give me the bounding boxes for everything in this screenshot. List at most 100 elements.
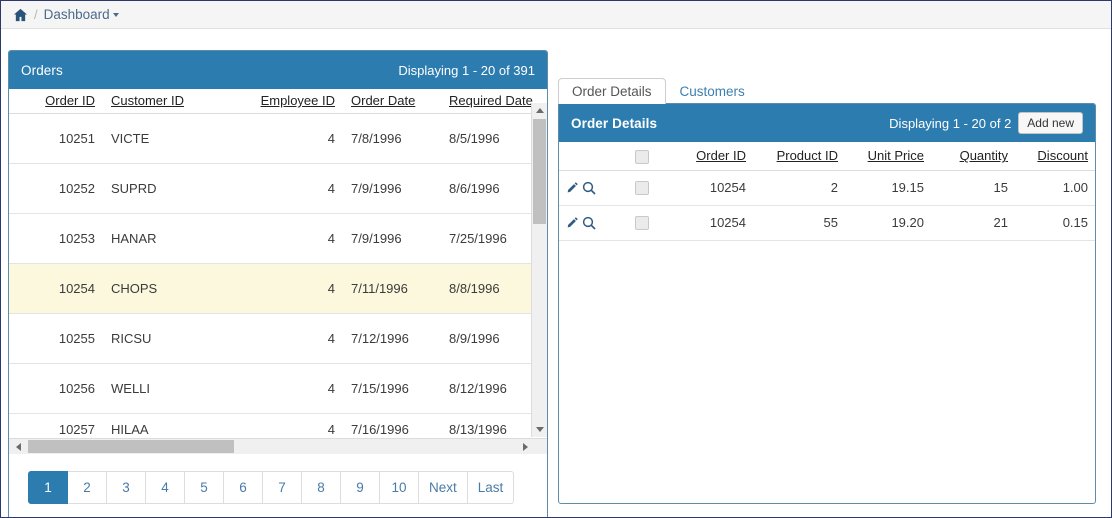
cell-customer-id: HILAA bbox=[111, 421, 149, 437]
tabstrip: Order Details Customers bbox=[558, 77, 759, 104]
page-6-button[interactable]: 6 bbox=[224, 471, 263, 504]
page-last-button[interactable]: Last bbox=[467, 471, 515, 504]
cell-order-date: 7/9/1996 bbox=[343, 163, 441, 214]
orders-col-order-date[interactable]: Order Date bbox=[343, 89, 441, 114]
cell-customer-id: WELLI bbox=[103, 363, 229, 414]
row-checkbox[interactable] bbox=[635, 216, 649, 231]
orders-col-customer-id[interactable]: Customer ID bbox=[103, 89, 229, 114]
work-area: Orders Displaying 1 - 20 of 391 Order ID… bbox=[1, 29, 1111, 517]
cell-quantity: 15 bbox=[931, 170, 1015, 206]
table-row[interactable]: 10254 55 19.20 21 0.15 6 bbox=[559, 205, 1095, 241]
cell-customer-id: CHOPS bbox=[103, 263, 229, 314]
order-details-col-commands bbox=[559, 142, 621, 171]
cell-customer-id: SUPRD bbox=[103, 163, 229, 214]
orders-horizontal-scrollbar[interactable] bbox=[9, 438, 547, 454]
row-checkbox[interactable] bbox=[635, 181, 649, 196]
table-row[interactable]: 10251 VICTE 4 7/8/1996 8/5/1996 7/15/199… bbox=[9, 113, 547, 164]
cell-order-id: 10251 bbox=[9, 113, 103, 164]
magnifier-icon[interactable] bbox=[582, 216, 596, 230]
table-row[interactable]: 10253 HANAR 4 7/9/1996 7/25/1996 7/11/19… bbox=[9, 213, 547, 264]
tab-customers[interactable]: Customers bbox=[666, 78, 759, 104]
breadcrumb-separator: / bbox=[34, 7, 38, 22]
row-commands bbox=[559, 205, 621, 241]
scroll-down-arrow-icon[interactable] bbox=[532, 422, 547, 437]
cell-customer-id: HANAR bbox=[103, 213, 229, 264]
scroll-up-arrow-icon[interactable] bbox=[532, 103, 547, 118]
page-9-button[interactable]: 9 bbox=[341, 471, 380, 504]
table-row[interactable]: 10252 SUPRD 4 7/9/1996 8/6/1996 7/11/199… bbox=[9, 163, 547, 214]
page-8-button[interactable]: 8 bbox=[302, 471, 341, 504]
home-icon[interactable] bbox=[13, 8, 28, 22]
row-select-cell bbox=[621, 170, 663, 206]
magnifier-icon[interactable] bbox=[582, 181, 596, 195]
order-details-body: 10254 2 19.15 15 1.00 2 bbox=[559, 170, 1095, 241]
order-details-display-count: Displaying 1 - 20 of 2 bbox=[889, 115, 1012, 131]
page-7-button[interactable]: 7 bbox=[263, 471, 302, 504]
page-next-button[interactable]: Next bbox=[419, 471, 468, 504]
orders-panel: Orders Displaying 1 - 20 of 391 Order ID… bbox=[8, 50, 548, 517]
add-new-button[interactable]: Add new bbox=[1018, 112, 1083, 134]
cell-order-date: 7/12/1996 bbox=[343, 313, 441, 364]
orders-pagination-bar: 1 2 3 4 5 6 7 8 9 10 Next Last bbox=[9, 454, 547, 517]
pencil-icon[interactable] bbox=[566, 181, 579, 194]
order-details-panel-title: Order Details bbox=[571, 115, 658, 131]
orders-col-order-id[interactable]: Order ID bbox=[9, 89, 103, 114]
order-details-col-unit-price[interactable]: Unit Price bbox=[845, 142, 931, 171]
orders-vertical-scrollbar[interactable] bbox=[531, 103, 547, 437]
order-details-panel-header: Order Details Displaying 1 - 20 of 2 Add… bbox=[559, 104, 1095, 142]
order-details-col-product-id[interactable]: Product ID bbox=[753, 142, 845, 171]
pencil-icon[interactable] bbox=[566, 216, 579, 229]
order-details-col-order-id[interactable]: Order ID bbox=[663, 142, 753, 171]
cell-order-id: 10254 bbox=[663, 170, 753, 206]
page-4-button[interactable]: 4 bbox=[146, 471, 185, 504]
cell-discount: 1.00 bbox=[1015, 170, 1095, 206]
select-all-checkbox[interactable] bbox=[635, 149, 649, 164]
cell-employee-id: 4 bbox=[327, 421, 335, 437]
order-details-col-quantity[interactable]: Quantity bbox=[931, 142, 1015, 171]
horizontal-scrollbar-thumb[interactable] bbox=[28, 440, 234, 453]
row-select-cell bbox=[621, 205, 663, 241]
tab-order-details[interactable]: Order Details bbox=[558, 78, 666, 104]
orders-table-body: 10251 VICTE 4 7/8/1996 8/5/1996 7/15/199… bbox=[9, 113, 547, 438]
page-1-button[interactable]: 1 bbox=[28, 471, 68, 504]
page-3-button[interactable]: 3 bbox=[107, 471, 146, 504]
order-details-col-discount[interactable]: Discount bbox=[1015, 142, 1095, 171]
cell-order-date: 7/11/1996 bbox=[343, 263, 441, 314]
cell-order-id: 10255 bbox=[9, 313, 103, 364]
orders-panel-header: Orders Displaying 1 - 20 of 391 bbox=[9, 51, 547, 89]
scroll-right-arrow-icon[interactable] bbox=[518, 439, 533, 454]
cell-order-id: 10254 bbox=[663, 205, 753, 241]
orders-col-employee-id[interactable]: Employee ID bbox=[229, 89, 343, 114]
cell-employee-id: 4 bbox=[229, 163, 343, 214]
cell-employee-id: 4 bbox=[229, 363, 343, 414]
table-row[interactable]: 10257 HILAA 4 7/16/1996 8/13/1996 7/22/1… bbox=[9, 414, 547, 438]
table-row-selected[interactable]: 10254 CHOPS 4 7/11/1996 8/8/1996 7/23/19… bbox=[9, 263, 547, 314]
cell-employee-id: 4 bbox=[229, 263, 343, 314]
orders-table-header-row: Order ID Customer ID Employee ID Order D… bbox=[9, 89, 547, 114]
cell-unit-price: 19.20 bbox=[845, 205, 931, 241]
order-details-col-category-id[interactable]: Category ID bbox=[1095, 142, 1096, 170]
cell-order-date: 7/15/1996 bbox=[343, 363, 441, 414]
pagination: 1 2 3 4 5 6 7 8 9 10 Next Last bbox=[28, 471, 515, 504]
row-commands bbox=[559, 170, 621, 206]
cell-order-id: 10253 bbox=[9, 213, 103, 264]
breadcrumb-link-dashboard[interactable]: Dashboard bbox=[44, 7, 119, 22]
table-row[interactable]: 10255 RICSU 4 7/12/1996 8/9/1996 7/15/19… bbox=[9, 313, 547, 364]
page-2-button[interactable]: 2 bbox=[68, 471, 107, 504]
orders-display-count: Displaying 1 - 20 of 391 bbox=[398, 62, 535, 78]
table-row[interactable]: 10256 WELLI 4 7/15/1996 8/12/1996 7/17/1… bbox=[9, 363, 547, 414]
page-10-button[interactable]: 10 bbox=[380, 471, 419, 504]
cell-customer-id: RICSU bbox=[103, 313, 229, 364]
order-details-table: Order ID Product ID Unit Price Quantity … bbox=[559, 142, 1096, 241]
cell-order-date: 7/9/1996 bbox=[343, 213, 441, 264]
cell-customer-id: VICTE bbox=[103, 113, 229, 164]
orders-table: Order ID Customer ID Employee ID Order D… bbox=[9, 89, 547, 437]
breadcrumb-link-label: Dashboard bbox=[43, 7, 110, 22]
application-window: / Dashboard Orders Displaying 1 - 20 of … bbox=[0, 0, 1112, 518]
order-details-panel: Order Details Displaying 1 - 20 of 2 Add… bbox=[558, 103, 1096, 504]
page-5-button[interactable]: 5 bbox=[185, 471, 224, 504]
table-row[interactable]: 10254 2 19.15 15 1.00 2 bbox=[559, 170, 1095, 206]
vertical-scrollbar-thumb[interactable] bbox=[533, 119, 546, 224]
cell-quantity: 21 bbox=[931, 205, 1015, 241]
scroll-left-arrow-icon[interactable] bbox=[11, 439, 26, 454]
